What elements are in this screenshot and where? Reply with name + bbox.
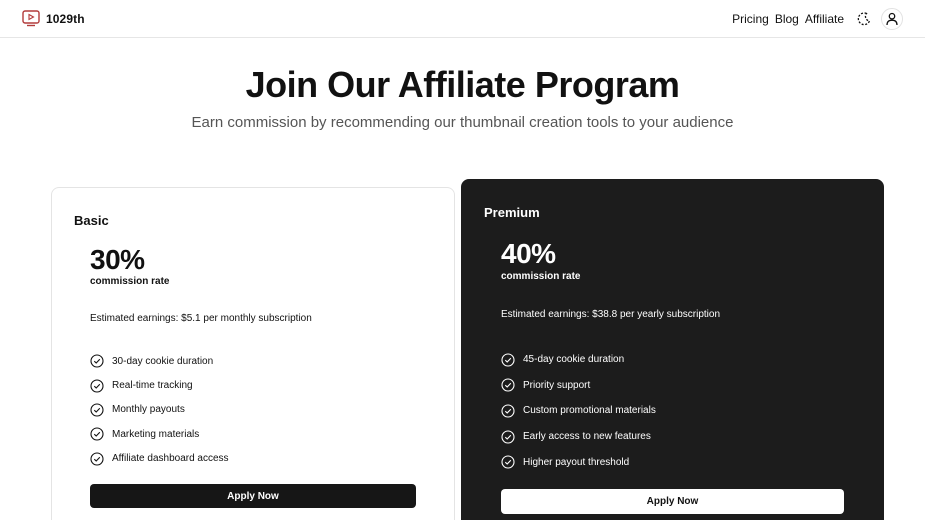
plan-name: Basic — [74, 213, 109, 228]
feature-item: 30-day cookie duration — [90, 349, 229, 373]
feature-item: Marketing materials — [90, 422, 229, 446]
commission-rate-label: commission rate — [501, 271, 581, 282]
check-circle-icon — [501, 378, 515, 392]
check-circle-icon — [90, 427, 104, 441]
main-nav: Pricing Blog Affiliate — [732, 8, 903, 30]
user-menu-button[interactable] — [881, 8, 903, 30]
feature-item: Higher payout threshold — [501, 449, 656, 475]
check-circle-icon — [90, 379, 104, 393]
nav-link-affiliate[interactable]: Affiliate — [805, 9, 844, 29]
commission-rate-value: 30% — [90, 244, 145, 275]
check-circle-icon — [90, 452, 104, 466]
estimated-earnings: Estimated earnings: $5.1 per monthly sub… — [90, 313, 312, 324]
plan-card-basic: Basic 30% commission rate Estimated earn… — [51, 187, 455, 520]
logo[interactable]: 1029th — [22, 10, 85, 27]
logo-text: 1029th — [46, 11, 85, 26]
nav-link-blog[interactable]: Blog — [775, 9, 799, 29]
plan-name: Premium — [484, 205, 540, 220]
feature-item: Priority support — [501, 373, 656, 399]
check-circle-icon — [90, 403, 104, 417]
plan-card-premium: Premium 40% commission rate Estimated ea… — [461, 179, 884, 520]
nav-link-pricing[interactable]: Pricing — [732, 9, 769, 29]
site-header: 1029th Pricing Blog Affiliate — [0, 0, 925, 38]
feature-item: Custom promotional materials — [501, 398, 656, 424]
video-play-icon — [22, 10, 40, 27]
feature-label: Real-time tracking — [112, 380, 193, 392]
check-circle-icon — [501, 404, 515, 418]
feature-label: Priority support — [523, 379, 591, 391]
feature-label: 30-day cookie duration — [112, 355, 214, 367]
feature-label: Custom promotional materials — [523, 405, 656, 417]
check-circle-icon — [501, 353, 515, 367]
theme-toggle-icon — [857, 12, 871, 26]
feature-list: 30-day cookie duration Real-time trackin… — [90, 349, 229, 471]
feature-list: 45-day cookie duration Priority support … — [501, 347, 656, 475]
page-title: Join Our Affiliate Program — [245, 64, 680, 105]
check-circle-icon — [90, 354, 104, 368]
feature-item: Monthly payouts — [90, 398, 229, 422]
theme-toggle-button[interactable] — [853, 8, 875, 30]
feature-label: Higher payout threshold — [523, 456, 630, 468]
user-icon — [886, 12, 898, 26]
commission-rate-label: commission rate — [90, 276, 170, 287]
feature-item: Early access to new features — [501, 424, 656, 450]
feature-item: 45-day cookie duration — [501, 347, 656, 373]
apply-now-button-premium[interactable]: Apply Now — [501, 489, 844, 514]
page-subtitle: Earn commission by recommending our thum… — [191, 114, 734, 131]
feature-label: 45-day cookie duration — [523, 354, 625, 366]
commission-rate-value: 40% — [501, 238, 556, 269]
feature-label: Monthly payouts — [112, 404, 185, 416]
check-circle-icon — [501, 430, 515, 444]
feature-label: Marketing materials — [112, 428, 200, 440]
feature-item: Affiliate dashboard access — [90, 447, 229, 471]
check-circle-icon — [501, 455, 515, 469]
feature-label: Early access to new features — [523, 431, 651, 443]
feature-label: Affiliate dashboard access — [112, 453, 229, 465]
estimated-earnings: Estimated earnings: $38.8 per yearly sub… — [501, 309, 721, 320]
feature-item: Real-time tracking — [90, 373, 229, 397]
apply-now-button-basic[interactable]: Apply Now — [90, 484, 416, 508]
